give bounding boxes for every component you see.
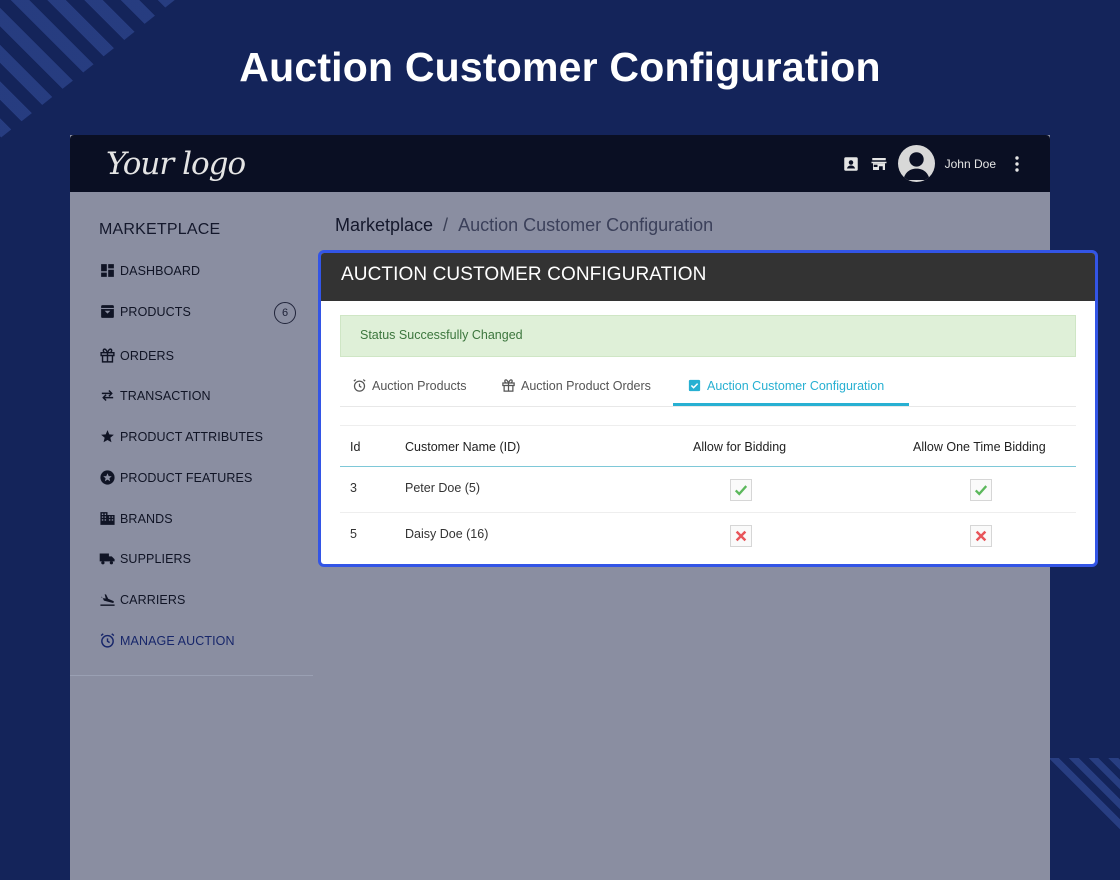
sidebar-item-product-attributes[interactable]: PRODUCT ATTRIBUTES — [99, 428, 263, 445]
sidebar-item-label: PRODUCTS — [120, 304, 191, 319]
breadcrumb-root-link[interactable]: Marketplace — [335, 215, 433, 236]
star-sparkle-icon — [101, 430, 114, 443]
sidebar-item-manage-auction[interactable]: MANAGE AUCTION — [99, 632, 235, 649]
sidebar-item-label: MANAGE AUCTION — [120, 633, 235, 648]
plane-landing-icon — [100, 594, 115, 606]
truck-icon — [99, 553, 115, 565]
sidebar-item-label: ORDERS — [120, 348, 175, 363]
star-circle-icon — [100, 470, 115, 485]
sidebar-item-orders[interactable]: ORDERS — [99, 347, 174, 364]
sidebar-item-brands[interactable]: BRANDS — [99, 510, 173, 527]
tab-label: Auction Product Orders — [521, 378, 651, 393]
panel-title: AUCTION CUSTOMER CONFIGURATION — [321, 253, 1095, 301]
checkmark-icon — [974, 485, 988, 496]
tab-label: Auction Customer Configuration — [707, 378, 885, 393]
checkmark-icon — [734, 485, 748, 496]
customer-config-table: Id Customer Name (ID) Allow for Bidding … — [340, 425, 1076, 559]
sidebar-item-products[interactable]: PRODUCTS — [99, 303, 191, 320]
decorative-stripes-bottom-right — [1040, 758, 1120, 848]
table-header: Id Customer Name (ID) Allow for Bidding … — [340, 425, 1076, 467]
active-tab-indicator — [673, 403, 909, 406]
table-row: 5 Daisy Doe (16) — [340, 513, 1076, 559]
cell-id: 3 — [350, 481, 357, 495]
alarm-clock-icon — [100, 633, 115, 648]
sidebar-item-transaction[interactable]: TRANSACTION — [99, 387, 211, 404]
sidebar-item-carriers[interactable]: CARRIERS — [99, 591, 185, 608]
sidebar-item-label: CARRIERS — [120, 592, 186, 607]
contact-card-icon[interactable] — [842, 155, 860, 173]
gift-icon — [502, 379, 515, 392]
allow-one-time-bidding-toggle[interactable] — [970, 525, 992, 547]
sidebar-item-label: BRANDS — [120, 511, 173, 526]
breadcrumb-separator: / — [443, 215, 449, 235]
sidebar-title: MARKETPLACE — [99, 221, 221, 238]
sidebar-item-dashboard[interactable]: DASHBOARD — [99, 262, 200, 279]
alarm-clock-icon — [353, 379, 366, 392]
dashboard-icon — [101, 264, 114, 277]
user-name[interactable]: John Doe — [945, 157, 996, 171]
column-header-id[interactable]: Id — [350, 440, 360, 454]
swap-arrows-icon — [101, 390, 114, 401]
building-icon — [100, 512, 115, 525]
column-header-customer-name[interactable]: Customer Name (ID) — [405, 440, 520, 454]
tab-auction-products[interactable]: Auction Products — [352, 378, 467, 393]
breadcrumb-current: Auction Customer Configuration — [458, 215, 714, 235]
kebab-menu-icon[interactable] — [1010, 155, 1024, 173]
sidebar-item-label: PRODUCT FEATURES — [120, 470, 253, 485]
sidebar-item-label: SUPPLIERS — [120, 551, 192, 566]
allow-bidding-toggle[interactable] — [730, 479, 752, 501]
topbar-actions: John Doe — [842, 145, 1024, 182]
sidebar-item-suppliers[interactable]: SUPPLIERS — [99, 550, 191, 567]
archive-box-icon — [101, 305, 114, 318]
cell-id: 5 — [350, 527, 357, 541]
checkbox-checked-icon — [688, 379, 701, 392]
breadcrumb: Marketplace / Auction Customer Configura… — [335, 215, 713, 236]
tab-auction-customer-configuration[interactable]: Auction Customer Configuration — [687, 378, 884, 393]
column-header-allow-bidding[interactable]: Allow for Bidding — [693, 440, 786, 454]
products-count-badge: 6 — [274, 302, 296, 324]
cell-customer-name: Peter Doe (5) — [405, 481, 481, 495]
sidebar-item-product-features[interactable]: PRODUCT FEATURES — [99, 469, 252, 486]
sidebar: MARKETPLACE DASHBOARD PRODUCTS 6 ORDERS … — [70, 192, 313, 676]
allow-bidding-toggle[interactable] — [730, 525, 752, 547]
tab-label: Auction Products — [372, 378, 467, 393]
sidebar-item-label: PRODUCT ATTRIBUTES — [120, 429, 264, 444]
avatar[interactable] — [897, 145, 935, 182]
column-header-allow-one-time-bidding[interactable]: Allow One Time Bidding — [913, 440, 1046, 454]
topbar: Your logo John Doe — [70, 135, 1050, 192]
cross-icon — [975, 530, 987, 542]
store-icon[interactable] — [870, 155, 888, 173]
table-row: 3 Peter Doe (5) — [340, 467, 1076, 513]
cell-customer-name: Daisy Doe (16) — [405, 527, 489, 541]
auction-config-panel: AUCTION CUSTOMER CONFIGURATION Status Su… — [318, 250, 1098, 567]
logo[interactable]: Your logo — [106, 146, 246, 182]
success-alert: Status Successfully Changed — [340, 315, 1076, 357]
sidebar-item-label: DASHBOARD — [120, 263, 201, 278]
gift-icon — [100, 348, 115, 363]
sidebar-item-label: TRANSACTION — [120, 388, 211, 403]
allow-one-time-bidding-toggle[interactable] — [970, 479, 992, 501]
tab-auction-product-orders[interactable]: Auction Product Orders — [501, 378, 651, 393]
cross-icon — [735, 530, 747, 542]
hero-title: Auction Customer Configuration — [239, 44, 881, 90]
tab-bar: Auction Products Auction Product Orders … — [340, 371, 1076, 407]
